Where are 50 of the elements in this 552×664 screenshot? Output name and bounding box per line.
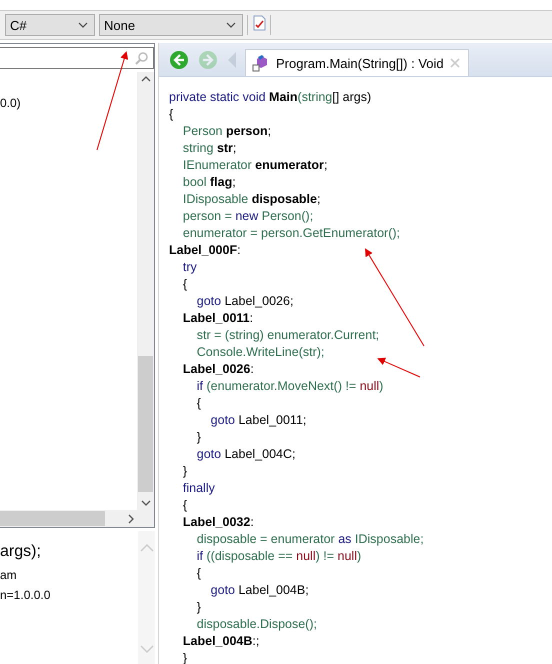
scrollbar-thumb[interactable] — [0, 511, 105, 526]
info-text: n=1.0.0.0 — [0, 587, 52, 604]
signature-text: args); — [0, 542, 42, 562]
code-line: Label_0026: — [182, 361, 254, 378]
code-line: { — [196, 565, 201, 582]
code-line: Label_000F: — [169, 242, 241, 259]
code-line: Label_0032: — [182, 514, 254, 531]
editor-tab[interactable]: Program.Main(String[]) : Void — [245, 49, 469, 76]
dropdown[interactable]: C# — [5, 14, 95, 36]
code-line: disposable = enumerator as IDisposable; — [196, 531, 424, 548]
close-icon[interactable] — [450, 58, 460, 68]
scrollbar-thumb[interactable] — [138, 356, 153, 492]
info-text: am — [0, 567, 18, 584]
chevron-down-icon — [226, 22, 236, 28]
code-line: bool flag; — [182, 174, 236, 191]
code-line: string str; — [182, 140, 236, 157]
code-line: goto Label_004B; — [210, 582, 309, 599]
code-line: person = new Person(); — [182, 208, 314, 225]
code-line: { — [196, 395, 201, 412]
code-line: { — [182, 497, 188, 514]
code-line: goto Label_0026; — [196, 293, 294, 310]
chevron-down-icon — [78, 22, 88, 28]
method-icon — [252, 54, 270, 72]
code-line: if ((disposable == null) != null) — [196, 548, 362, 565]
code-line: private static void Main(string[] args) — [169, 89, 372, 106]
code-line: } — [196, 429, 201, 446]
tree-item[interactable]: 0.0) — [0, 94, 137, 112]
code-line: finally — [182, 480, 215, 497]
code-line: disposable.Dispose(); — [196, 616, 317, 633]
code-line: Label_004B:; — [182, 633, 260, 650]
code-line: if (enumerator.MoveNext() != null) — [196, 378, 384, 395]
annotation-arrow — [377, 358, 420, 378]
code-line: } — [196, 599, 201, 616]
code-line: try — [182, 259, 197, 276]
document-check-icon[interactable] — [252, 14, 266, 30]
code-line: Person person; — [182, 123, 272, 140]
search-field[interactable] — [0, 47, 154, 69]
code-line: { — [169, 106, 174, 123]
code-line: } — [182, 463, 188, 480]
code-line: Console.WriteLine(str); — [196, 344, 324, 361]
code-line: goto Label_0011; — [210, 412, 306, 429]
dropdown[interactable]: None — [99, 14, 243, 36]
code-line: IEnumerator enumerator; — [182, 157, 328, 174]
code-line: goto Label_004C; — [196, 446, 296, 463]
code-line: str = (string) enumerator.Current; — [196, 327, 380, 344]
code-line: enumerator = person.GetEnumerator(); — [182, 225, 400, 242]
code-line: IDisposable disposable; — [182, 191, 320, 208]
code-line: { — [182, 276, 188, 293]
code-line: Label_0011: — [182, 310, 254, 327]
search-icon — [135, 51, 149, 65]
